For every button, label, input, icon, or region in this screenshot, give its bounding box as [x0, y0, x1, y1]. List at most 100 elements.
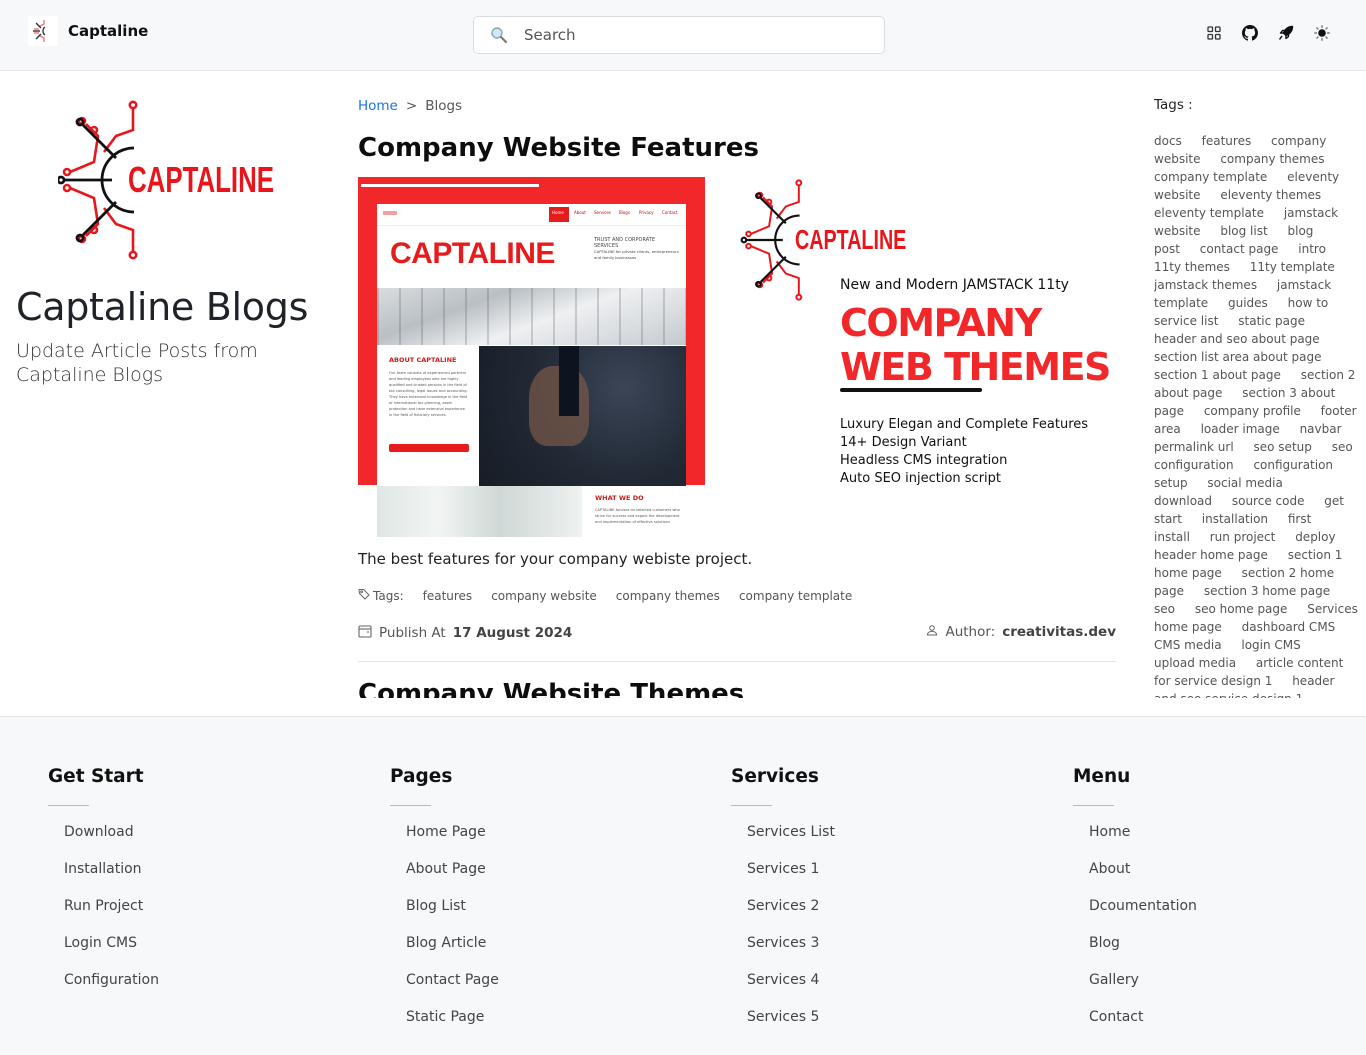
tag-cloud-link[interactable]: header home page	[1154, 548, 1268, 562]
mockup-trust: TRUST AND CORPORATE SERVICES CAPTALINE f…	[594, 237, 679, 261]
tag-cloud-link[interactable]: company themes	[1220, 152, 1324, 166]
tag-cloud-link[interactable]: loader image	[1201, 422, 1280, 436]
footer-link-item: Services 3	[747, 935, 835, 972]
tag-cloud-link[interactable]: CMS media	[1154, 638, 1222, 652]
tag-cloud-link[interactable]: social media	[1207, 476, 1282, 490]
breadcrumb-separator: >	[405, 98, 418, 114]
rocket-icon[interactable]	[1277, 24, 1295, 42]
post-tag-link[interactable]: company website	[491, 589, 597, 603]
tag-cloud-link[interactable]: features	[1202, 134, 1252, 148]
tag-cloud-link[interactable]: jamstack themes	[1154, 278, 1257, 292]
tag-cloud-link[interactable]: dashboard CMS	[1242, 620, 1336, 634]
tag-cloud-link[interactable]: section list area about page	[1154, 350, 1321, 364]
footer-link[interactable]: Home	[1089, 824, 1130, 840]
post-title-link[interactable]: Company Website Features	[358, 133, 759, 163]
footer-link[interactable]: Services 3	[747, 935, 819, 951]
footer-link[interactable]: Download	[64, 824, 134, 840]
footer-link-item: Login CMS	[64, 935, 159, 972]
footer-link[interactable]: Blog List	[406, 898, 466, 914]
tag-cloud-link[interactable]: source code	[1232, 494, 1305, 508]
footer-link[interactable]: Services 1	[747, 861, 819, 877]
tag-cloud-link[interactable]: 11ty themes	[1154, 260, 1230, 274]
tag-cloud-link[interactable]: section 1 about page	[1154, 368, 1281, 382]
post-thumbnail[interactable]: Home About Services Blogs Privacy Contac…	[358, 177, 1116, 537]
tag-cloud-link[interactable]: docs	[1154, 134, 1182, 148]
post-tag-link[interactable]: company template	[739, 589, 852, 603]
footer-link[interactable]: Installation	[64, 861, 142, 877]
mockup-office-photo	[377, 486, 582, 537]
tag-cloud-link[interactable]: service list	[1154, 314, 1218, 328]
footer-link-item: Home	[1089, 824, 1197, 861]
mockup-nav-item: Home	[552, 210, 564, 215]
tag-cloud-link[interactable]: login CMS	[1241, 638, 1300, 652]
tag-cloud-link[interactable]: section 3 home page	[1204, 584, 1330, 598]
tag-cloud-link[interactable]: download	[1154, 494, 1212, 508]
footer-link[interactable]: Configuration	[64, 972, 159, 988]
tag-cloud-link[interactable]: seo setup	[1254, 440, 1312, 454]
breadcrumb-home-link[interactable]: Home	[358, 98, 398, 114]
github-icon[interactable]	[1241, 24, 1259, 42]
footer-link[interactable]: Run Project	[64, 898, 143, 914]
footer-link[interactable]: Static Page	[406, 1009, 484, 1025]
tag-cloud-link[interactable]: seo home page	[1195, 602, 1288, 616]
tag-cloud-link[interactable]: static page	[1238, 314, 1305, 328]
tag-cloud-link[interactable]: company template	[1154, 170, 1267, 184]
footer-link[interactable]: Services 2	[747, 898, 819, 914]
post-title-link[interactable]: Company Website Themes	[358, 679, 744, 698]
header-actions	[1205, 24, 1331, 42]
tag-cloud-link[interactable]: upload media	[1154, 656, 1236, 670]
tag-cloud-link[interactable]: deploy	[1295, 530, 1335, 544]
footer-link-item: About Page	[406, 861, 499, 898]
footer-link[interactable]: Services 4	[747, 972, 819, 988]
footer-link[interactable]: Services List	[747, 824, 835, 840]
promo-logo-wordmark: CAPTALINE	[795, 224, 906, 255]
search-box[interactable]	[473, 16, 885, 54]
tag-cloud-link[interactable]: company profile	[1204, 404, 1301, 418]
promo-feature: Luxury Elegan and Complete Features	[840, 417, 1089, 432]
publish-date: Publish At 17 August 2024	[358, 624, 572, 642]
tag-cloud-link[interactable]: eleventy template	[1154, 206, 1264, 220]
grid-icon[interactable]	[1205, 24, 1223, 42]
mockup-businessman-photo	[479, 346, 686, 486]
tag-cloud-title: Tags :	[1154, 97, 1193, 113]
footer-link[interactable]: About	[1089, 861, 1130, 877]
post-tag-link[interactable]: company themes	[616, 589, 720, 603]
footer-link[interactable]: Contact Page	[406, 972, 499, 988]
tag-cloud-link[interactable]: contact page	[1200, 242, 1279, 256]
post-tag-link[interactable]: features	[423, 589, 473, 603]
tag-cloud-link[interactable]: navbar	[1300, 422, 1342, 436]
promo-title-line: WEB THEMES	[840, 345, 1111, 389]
footer-link[interactable]: Login CMS	[64, 935, 137, 951]
footer-link-item: Services 1	[747, 861, 835, 898]
brand-name: Captaline	[68, 22, 149, 40]
footer-link-item: Contact Page	[406, 972, 499, 1009]
sun-icon[interactable]	[1313, 24, 1331, 42]
tag-cloud-link[interactable]: seo	[1154, 602, 1175, 616]
footer-column-services: Services Services List Services 1 Services…	[731, 766, 835, 1046]
brand-logo-icon	[28, 16, 58, 46]
tag-cloud-link[interactable]: how to	[1288, 296, 1329, 310]
tag-cloud-link[interactable]: installation	[1202, 512, 1268, 526]
tag-cloud-link[interactable]: header and seo about page	[1154, 332, 1320, 346]
tag-cloud-link[interactable]: permalink url	[1154, 440, 1234, 454]
footer-link[interactable]: Home Page	[406, 824, 486, 840]
footer-link[interactable]: Blog	[1089, 935, 1120, 951]
footer-link[interactable]: Dcoumentation	[1089, 898, 1197, 914]
footer-link[interactable]: Services 5	[747, 1009, 819, 1025]
footer-link[interactable]: Contact	[1089, 1009, 1143, 1025]
tag-cloud-link[interactable]: 11ty template	[1250, 260, 1335, 274]
mockup-bar	[361, 184, 539, 187]
footer-link[interactable]: About Page	[406, 861, 486, 877]
tag-cloud-link[interactable]: blog list	[1220, 224, 1267, 238]
publish-date-value: 17 August 2024	[452, 625, 573, 641]
footer-column-title: Menu	[1073, 766, 1131, 787]
tag-cloud-link[interactable]: run project	[1210, 530, 1276, 544]
brand-link[interactable]: Captaline	[28, 16, 148, 46]
tag-cloud-link[interactable]: intro	[1298, 242, 1326, 256]
footer-link[interactable]: Gallery	[1089, 972, 1139, 988]
footer-link-item: Services 2	[747, 898, 835, 935]
search-input[interactable]	[524, 26, 864, 44]
tag-cloud-link[interactable]: guides	[1228, 296, 1268, 310]
footer-link[interactable]: Blog Article	[406, 935, 486, 951]
tag-cloud-link[interactable]: eleventy themes	[1220, 188, 1321, 202]
